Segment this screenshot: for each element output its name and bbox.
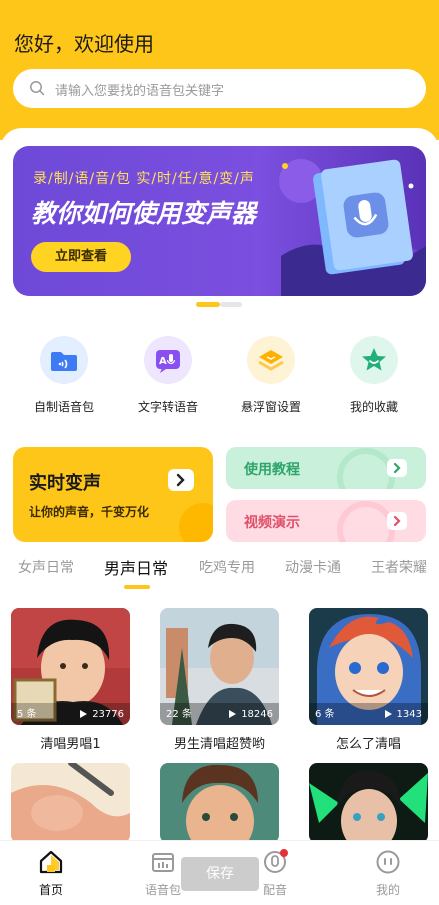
search-icon (30, 81, 45, 96)
promo-banner[interactable]: 录/制/语/音/包 实/时/任/意/变/声 教你如何使用变声器 立即查看 (13, 146, 426, 296)
tab-anime[interactable]: 动漫卡通 (285, 557, 341, 577)
carousel-indicator (196, 302, 242, 307)
voice-pack-item[interactable] (160, 763, 279, 843)
voice-pack-thumbnail: 6 条 1343 (309, 608, 428, 725)
carousel-dot-active (196, 302, 220, 307)
nav-home[interactable]: 首页 (11, 841, 91, 898)
feature-label: 我的收藏 (349, 400, 398, 414)
play-icon (229, 710, 237, 718)
play-count: 23776 (80, 709, 124, 720)
card-subtitle: 让你的声音，千变万化 (29, 505, 150, 519)
video-demo-card[interactable]: 视频演示 (226, 500, 426, 542)
voice-pack-thumbnail (309, 763, 428, 843)
play-count: 18246 (229, 709, 273, 720)
tab-honor-of-kings[interactable]: 王者荣耀 (371, 557, 427, 577)
decoration-shape (179, 503, 213, 542)
active-tab-indicator (124, 585, 150, 589)
tab-male-daily[interactable]: 男声日常 (104, 555, 168, 579)
voice-pack-item[interactable]: 6 条 1343 怎么了清唱 (309, 608, 428, 752)
play-count-value: 23776 (92, 709, 124, 720)
star-icon (350, 336, 398, 384)
chevron-right-icon (387, 512, 407, 530)
voice-pack-item[interactable] (309, 763, 428, 843)
item-count: 22 条 (166, 709, 192, 720)
folder-audio-icon (40, 336, 88, 384)
play-count: 1343 (384, 709, 422, 720)
play-count-value: 1343 (396, 709, 422, 720)
tab-pubg[interactable]: 吃鸡专用 (199, 557, 255, 577)
voice-pack-thumbnail (160, 763, 279, 843)
nav-label: 首页 (38, 883, 63, 897)
play-count-value: 18246 (241, 709, 273, 720)
microphone-icon (262, 849, 288, 875)
svg-text:A: A (159, 356, 167, 367)
book-illustration-icon (279, 159, 426, 296)
chevron-right-icon (387, 459, 407, 477)
banner-subtitle: 录/制/语/音/包 实/时/任/意/变/声 (33, 171, 255, 187)
text-to-speech-icon: A (144, 336, 192, 384)
nav-label: 我的 (375, 883, 400, 897)
feature-custom-voice-pack[interactable]: 自制语音包 (14, 336, 114, 415)
voice-pack-thumbnail: 22 条 18246 (160, 608, 279, 725)
home-icon (38, 849, 64, 875)
item-title: 怎么了清唱 (335, 737, 401, 752)
decoration-shape (337, 448, 395, 489)
search-input[interactable]: 请输入您要找的语音包关键字 (13, 69, 426, 108)
realtime-voice-change-card[interactable]: 实时变声 让你的声音，千变万化 (13, 447, 213, 542)
item-count: 6 条 (315, 709, 335, 720)
decoration-shape (337, 501, 395, 542)
feature-label: 文字转语音 (137, 400, 198, 414)
voice-pack-icon (150, 849, 176, 875)
feature-my-favorites[interactable]: 我的收藏 (324, 336, 424, 415)
greeting-title: 您好，欢迎使用 (14, 32, 154, 56)
feature-label: 悬浮窗设置 (240, 400, 301, 414)
view-now-button[interactable]: 立即查看 (31, 242, 131, 272)
search-placeholder: 请输入您要找的语音包关键字 (55, 84, 225, 99)
card-title: 使用教程 (244, 462, 300, 478)
play-icon (80, 710, 88, 718)
tutorial-card[interactable]: 使用教程 (226, 447, 426, 489)
voice-pack-thumbnail: 5 条 23776 (11, 608, 130, 725)
profile-icon (375, 849, 401, 875)
voice-pack-item[interactable] (11, 763, 130, 843)
voice-pack-item[interactable]: 22 条 18246 男生清唱超赞哟 (160, 608, 279, 752)
play-icon (384, 710, 392, 718)
item-title: 清唱男唱1 (40, 737, 101, 752)
voice-pack-thumbnail (11, 763, 130, 843)
carousel-dot (220, 302, 242, 307)
feature-label: 自制语音包 (33, 400, 94, 414)
tab-female-daily[interactable]: 女声日常 (18, 557, 74, 577)
feature-text-to-speech[interactable]: A 文字转语音 (118, 336, 218, 415)
item-count: 5 条 (17, 709, 37, 720)
item-title: 男生清唱超赞哟 (173, 737, 265, 752)
layers-icon (247, 336, 295, 384)
save-button[interactable]: 保存 (181, 857, 259, 891)
voice-pack-item[interactable]: 5 条 23776 清唱男唱1 (11, 608, 130, 752)
nav-profile[interactable]: 我的 (348, 841, 428, 898)
card-title: 实时变声 (29, 473, 101, 494)
chevron-right-icon (168, 469, 194, 491)
banner-title: 教你如何使用变声器 (31, 199, 257, 228)
feature-floating-window[interactable]: 悬浮窗设置 (221, 336, 321, 415)
card-title: 视频演示 (244, 515, 300, 531)
